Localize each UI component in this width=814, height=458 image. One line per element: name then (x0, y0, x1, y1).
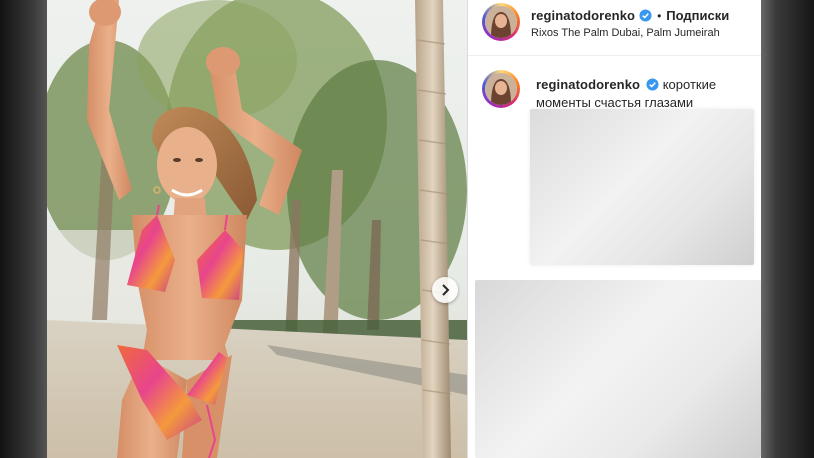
blurred-media-thumbnail (530, 109, 754, 265)
post-sidebar: reginatodorenko • Подписки Rixos The Palm … (467, 0, 761, 458)
avatar[interactable] (482, 3, 520, 41)
blurred-left-border (0, 0, 47, 458)
beach-photo (47, 0, 467, 458)
verified-badge-icon (646, 78, 659, 91)
blurred-media-thumbnail (475, 280, 761, 458)
post-header: reginatodorenko • Подписки Rixos The Palm … (468, 0, 761, 56)
post-photo (47, 0, 467, 458)
separator-dot: • (657, 9, 662, 23)
avatar-photo-icon (485, 6, 517, 38)
blurred-right-border (760, 0, 814, 458)
chevron-right-icon (442, 284, 450, 296)
verified-badge-icon (639, 9, 652, 22)
username-link[interactable]: reginatodorenko (531, 8, 635, 23)
post-caption: reginatodorenko короткие моменты счастья… (536, 76, 736, 112)
following-button[interactable]: Подписки (666, 8, 729, 23)
caption-username-link[interactable]: reginatodorenko (536, 77, 640, 92)
header-user-line: reginatodorenko • Подписки (531, 7, 729, 25)
avatar-photo-icon (485, 73, 517, 105)
location-link[interactable]: Rixos The Palm Dubai, Palm Jumeirah (531, 27, 720, 39)
next-photo-button[interactable] (432, 277, 458, 303)
caption-avatar[interactable] (482, 70, 520, 108)
